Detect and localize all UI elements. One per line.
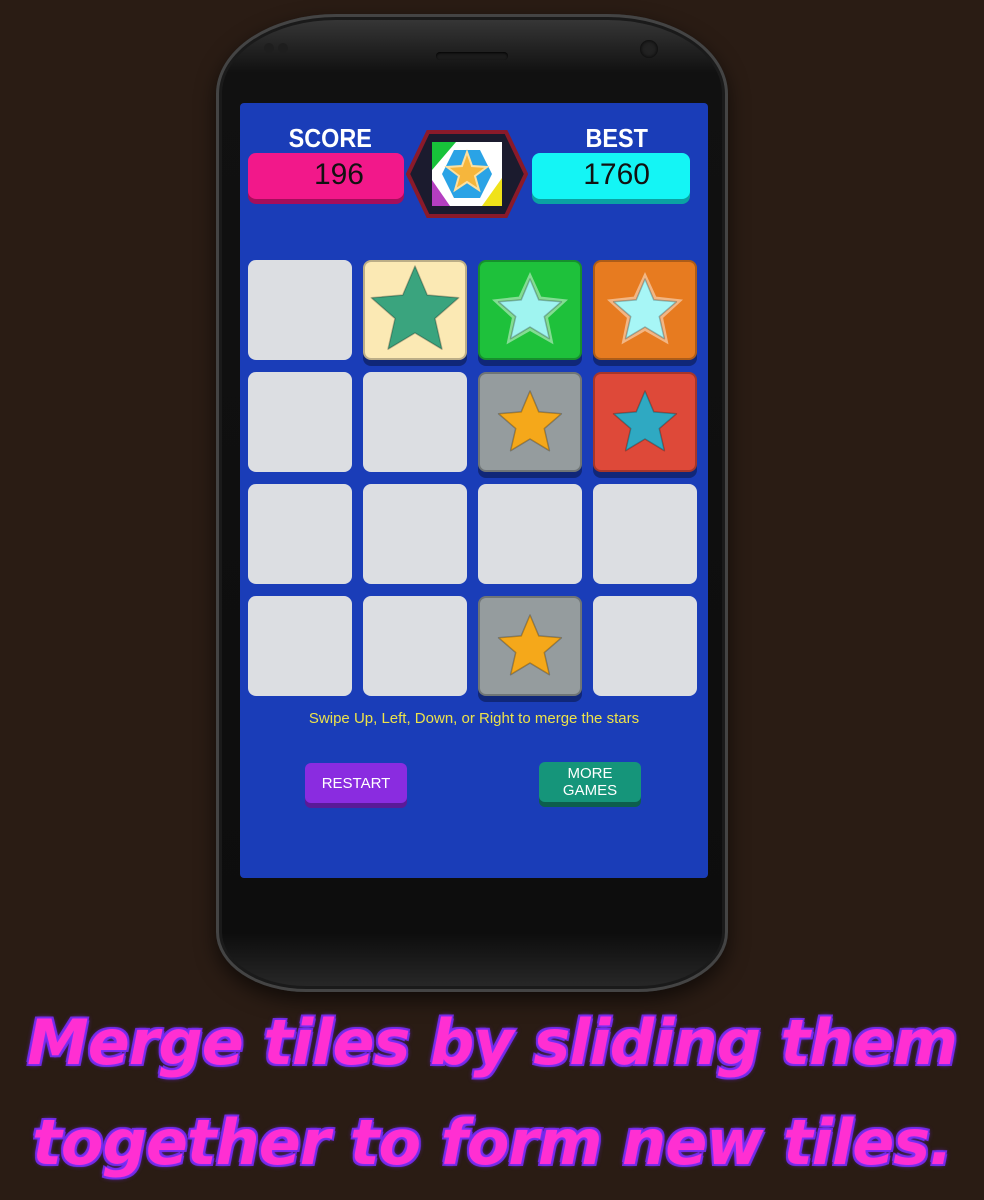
empty-tile bbox=[363, 484, 467, 584]
game-screen: SCORE 196 BEST 1760 Swipe Up, Left, Down… bbox=[240, 103, 708, 878]
empty-tile bbox=[248, 484, 352, 584]
empty-tile bbox=[248, 596, 352, 696]
empty-tile bbox=[593, 484, 697, 584]
empty-tile bbox=[363, 372, 467, 472]
star-tile bbox=[593, 372, 697, 472]
star-icon bbox=[497, 614, 563, 676]
instructions-text: Swipe Up, Left, Down, or Right to merge … bbox=[308, 710, 640, 727]
empty-tile bbox=[363, 596, 467, 696]
front-camera bbox=[640, 40, 658, 58]
star-tile bbox=[478, 596, 582, 696]
empty-tile bbox=[248, 260, 352, 360]
star-icon bbox=[612, 390, 678, 452]
more-games-label-line2: GAMES bbox=[562, 782, 618, 799]
empty-tile bbox=[248, 372, 352, 472]
game-logo bbox=[405, 130, 529, 218]
score-label: SCORE bbox=[288, 123, 372, 153]
empty-tile bbox=[478, 484, 582, 584]
speaker-grille bbox=[436, 52, 508, 60]
sensors bbox=[264, 38, 292, 57]
best-label: BEST bbox=[585, 123, 648, 153]
star-icon bbox=[370, 265, 460, 350]
star-tile bbox=[363, 260, 467, 360]
caption-line-2: together to form new tiles. bbox=[32, 1106, 953, 1179]
empty-tile bbox=[593, 596, 697, 696]
star-icon bbox=[607, 272, 683, 345]
star-tile bbox=[478, 372, 582, 472]
restart-button[interactable]: RESTART bbox=[305, 763, 407, 803]
score-value: 196 bbox=[248, 153, 404, 199]
star-icon bbox=[492, 272, 568, 345]
star-tile bbox=[593, 260, 697, 360]
star-logo-icon bbox=[405, 130, 529, 218]
star-icon bbox=[497, 390, 563, 452]
star-tile bbox=[478, 260, 582, 360]
more-games-label-line1: MORE bbox=[567, 765, 613, 782]
more-games-button[interactable]: MORE GAMES bbox=[539, 762, 641, 802]
best-value: 1760 bbox=[532, 153, 690, 199]
caption-line-1: Merge tiles by sliding them bbox=[27, 1006, 958, 1079]
